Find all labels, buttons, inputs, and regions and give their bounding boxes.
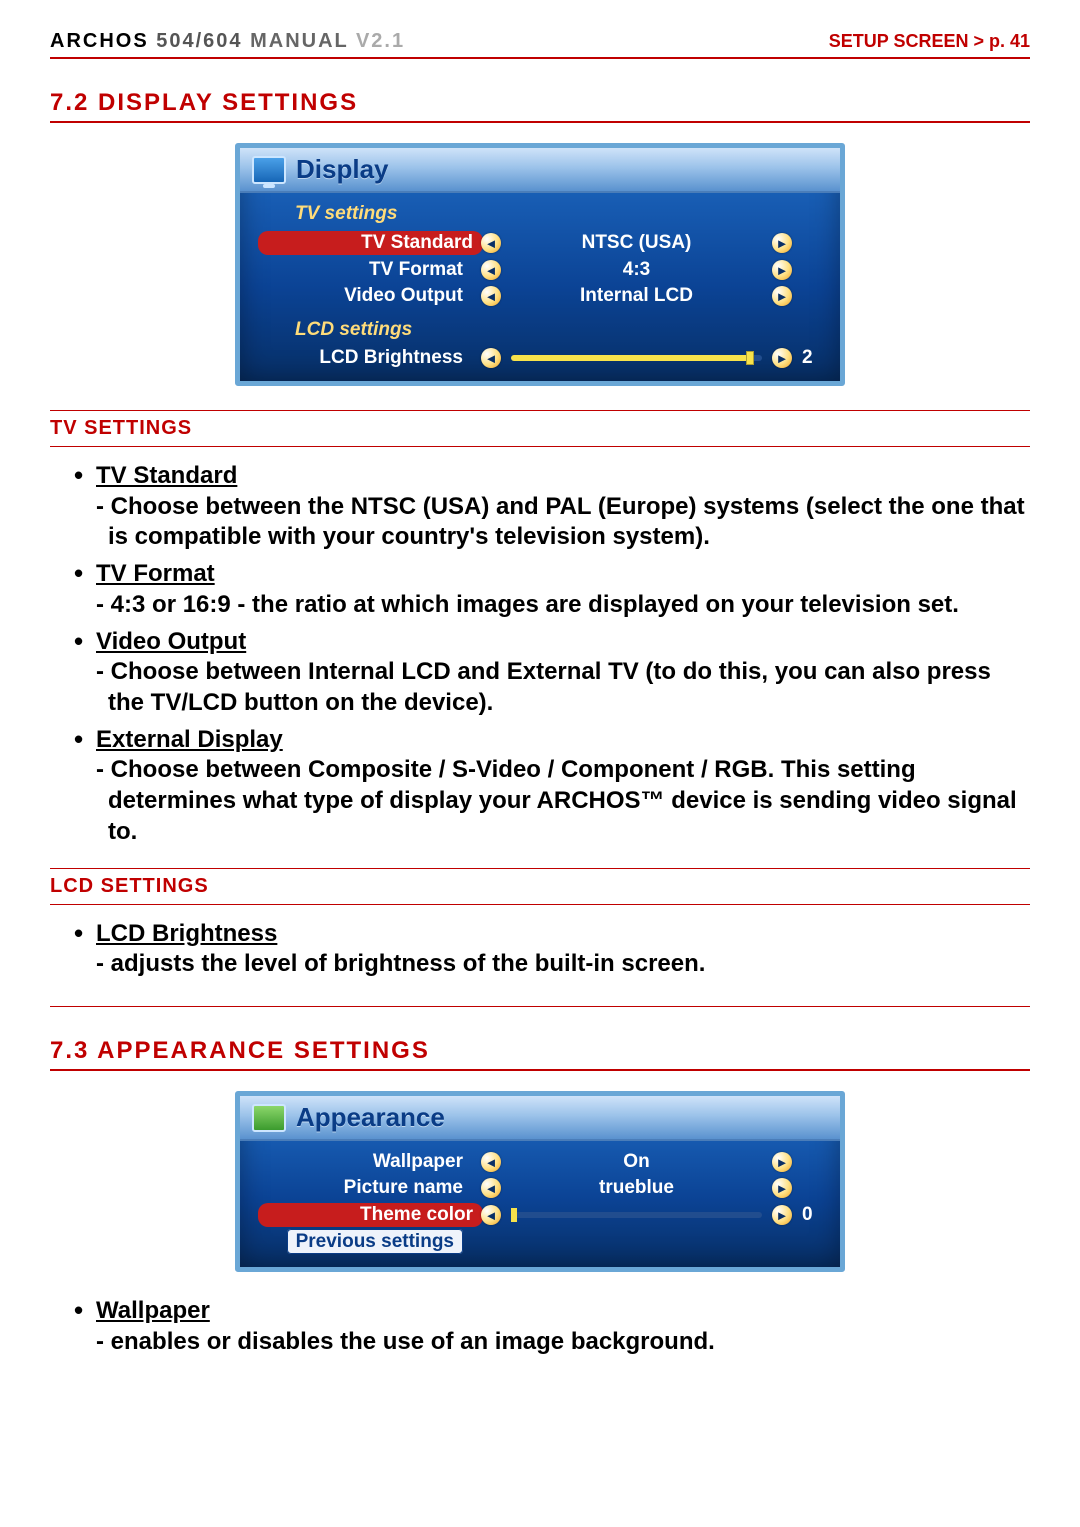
brand: ARCHOS (50, 30, 149, 52)
item-title: External Display (96, 726, 283, 753)
appearance-title: Appearance (296, 1102, 445, 1133)
brightness-slider (511, 355, 762, 361)
item-desc: enables or disables the use of an image … (108, 1327, 1030, 1358)
shot-title-display: Display (240, 148, 840, 193)
arrow-left-icon: ◄ (481, 1205, 501, 1225)
shot-title-appearance: Appearance (240, 1096, 840, 1141)
arrow-right-icon: ► (772, 1178, 792, 1198)
arrow-right-icon: ► (772, 233, 792, 253)
appearance-icon (252, 1104, 286, 1132)
list-item: External Display Choose between Composit… (74, 725, 1030, 848)
row-tv-format: TV Format ◄ 4:3 ► (240, 257, 840, 283)
display-title: Display (296, 154, 389, 185)
appearance-screenshot: Appearance Wallpaper ◄ On ► Picture name… (235, 1091, 845, 1272)
arrow-left-icon: ◄ (481, 260, 501, 280)
label-lcd-brightness: LCD Brightness (319, 347, 463, 368)
page-header: ARCHOS 504/604 MANUAL V2.1 SETUP SCREEN … (50, 30, 1030, 59)
section-title-73: 7.3 APPEARANCE SETTINGS (50, 1037, 1030, 1071)
appearance-list: Wallpaper enables or disables the use of… (50, 1296, 1030, 1357)
item-desc: adjusts the level of brightness of the b… (108, 949, 1030, 980)
list-item: Video Output Choose between Internal LCD… (74, 627, 1030, 719)
value-tv-format: 4:3 (507, 259, 766, 281)
item-desc: Choose between Internal LCD and External… (108, 657, 1030, 718)
monitor-icon (252, 156, 286, 184)
row-lcd-brightness: LCD Brightness ◄ ► 2 (240, 345, 840, 371)
group-lcd-settings: LCD settings (240, 309, 840, 345)
arrow-right-icon: ► (772, 1152, 792, 1172)
item-desc: Choose between Composite / S-Video / Com… (108, 755, 1030, 847)
label-previous-settings: Previous settings (287, 1229, 463, 1254)
item-title: Wallpaper (96, 1297, 210, 1324)
subheader-lcd-settings: LCD Settings (50, 868, 1030, 905)
arrow-left-icon: ◄ (481, 233, 501, 253)
list-item: TV Standard Choose between the NTSC (USA… (74, 461, 1030, 553)
theme-color-value: 0 (798, 1204, 822, 1226)
label-theme-color: Theme color (258, 1203, 483, 1227)
value-wallpaper: On (507, 1151, 766, 1173)
arrow-right-icon: ► (772, 1205, 792, 1225)
row-wallpaper: Wallpaper ◄ On ► (240, 1149, 840, 1175)
arrow-right-icon: ► (772, 348, 792, 368)
row-picture-name: Picture name ◄ trueblue ► (240, 1175, 840, 1201)
divider (50, 1006, 1030, 1007)
label-tv-standard: TV Standard (258, 231, 483, 255)
header-left: ARCHOS 504/604 MANUAL V2.1 (50, 30, 405, 53)
row-previous-settings: Previous settings (240, 1229, 840, 1255)
item-desc: 4:3 or 16:9 - the ratio at which images … (108, 590, 1030, 621)
value-tv-standard: NTSC (USA) (507, 232, 766, 254)
brightness-value: 2 (798, 347, 822, 369)
breadcrumb: SETUP SCREEN > p. 41 (829, 31, 1030, 52)
item-title: TV Standard (96, 462, 237, 489)
group-tv-settings: TV settings (240, 193, 840, 229)
label-wallpaper: Wallpaper (373, 1151, 463, 1172)
version: V2.1 (356, 30, 405, 52)
tv-settings-list: TV Standard Choose between the NTSC (USA… (50, 461, 1030, 848)
section-title-72: 7.2 DISPLAY SETTINGS (50, 89, 1030, 123)
arrow-left-icon: ◄ (481, 1152, 501, 1172)
value-picture-name: trueblue (507, 1177, 766, 1199)
row-video-output: Video Output ◄ Internal LCD ► (240, 283, 840, 309)
lcd-settings-list: LCD Brightness adjusts the level of brig… (50, 919, 1030, 980)
arrow-left-icon: ◄ (481, 286, 501, 306)
item-title: TV Format (96, 560, 215, 587)
label-video-output: Video Output (344, 285, 463, 306)
arrow-left-icon: ◄ (481, 348, 501, 368)
manual-label: MANUAL (250, 30, 348, 52)
arrow-right-icon: ► (772, 260, 792, 280)
label-picture-name: Picture name (344, 1177, 463, 1198)
row-tv-standard: TV Standard ◄ NTSC (USA) ► (240, 229, 840, 257)
list-item: TV Format 4:3 or 16:9 - the ratio at whi… (74, 559, 1030, 620)
row-theme-color: Theme color ◄ ► 0 (240, 1201, 840, 1229)
item-title: Video Output (96, 628, 246, 655)
label-tv-format: TV Format (369, 259, 463, 280)
model: 504/604 (156, 30, 242, 52)
item-desc: Choose between the NTSC (USA) and PAL (E… (108, 492, 1030, 553)
list-item: Wallpaper enables or disables the use of… (74, 1296, 1030, 1357)
list-item: LCD Brightness adjusts the level of brig… (74, 919, 1030, 980)
arrow-right-icon: ► (772, 286, 792, 306)
arrow-left-icon: ◄ (481, 1178, 501, 1198)
subheader-tv-settings: TV Settings (50, 410, 1030, 447)
value-video-output: Internal LCD (507, 285, 766, 307)
item-title: LCD Brightness (96, 920, 277, 947)
theme-color-slider (511, 1212, 762, 1218)
display-screenshot: Display TV settings TV Standard ◄ NTSC (… (235, 143, 845, 386)
